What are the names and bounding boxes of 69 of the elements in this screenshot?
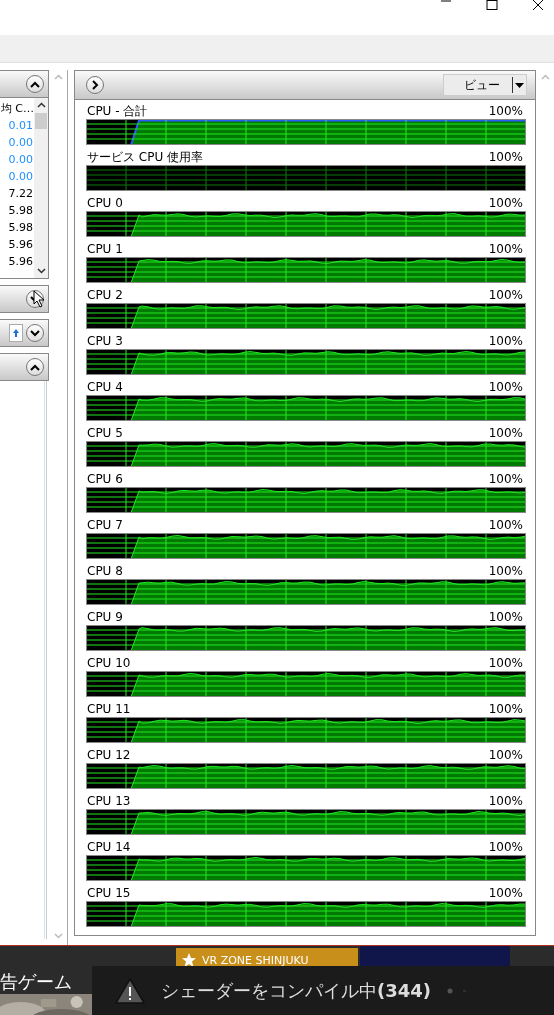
graph-reading: 100% (488, 702, 523, 716)
value-cell-text: 5.96 (8, 254, 34, 270)
star-icon (182, 953, 196, 967)
sort-icon[interactable] (9, 324, 23, 342)
column-header[interactable]: 均 C… (0, 100, 34, 117)
view-button[interactable]: ビュー (443, 74, 527, 96)
graph-reading: 100% (488, 748, 523, 762)
graph-reading: 100% (488, 242, 523, 256)
graph-reading: 100% (488, 104, 523, 118)
value-cell-text: 0.00 (8, 152, 34, 168)
graph-reading: 100% (488, 564, 523, 578)
expand-button[interactable] (86, 76, 104, 94)
tile-title: 告ゲーム (0, 970, 72, 994)
chevron-down-icon (30, 329, 40, 337)
expand-button[interactable] (26, 324, 44, 342)
graph-reading: 100% (488, 794, 523, 808)
graph-label: CPU 10 (87, 656, 131, 670)
graph-label: CPU 13 (87, 794, 131, 808)
value-cell-text: 0.00 (8, 135, 34, 151)
graph-label: CPU 8 (87, 564, 123, 578)
graph-label: CPU 3 (87, 334, 123, 348)
graph-reading: 100% (488, 288, 523, 302)
graph-label: CPU 6 (87, 472, 123, 486)
close-icon[interactable] (532, 0, 544, 10)
warning-icon (115, 977, 145, 1004)
value-cell-text: 0.00 (8, 169, 34, 185)
graph-reading: 100% (488, 196, 523, 210)
scrollbar[interactable] (34, 98, 48, 278)
caret-icon (515, 82, 524, 88)
graph-label: CPU 12 (87, 748, 131, 762)
graph-label: CPU 1 (87, 242, 123, 256)
value-cell-text: 5.96 (8, 237, 34, 253)
collapse-button[interactable] (26, 75, 44, 93)
graph-label: CPU 5 (87, 426, 123, 440)
graph-label: CPU 2 (87, 288, 123, 302)
value-cell-text: 0.01 (8, 118, 34, 134)
graph-label: サービス CPU 使用率 (87, 148, 204, 166)
graph-reading: 100% (488, 334, 523, 348)
value-cell-text: 5.98 (8, 220, 34, 236)
graph-reading: 100% (488, 426, 523, 440)
graph-reading: 100% (488, 472, 523, 486)
graph-label: CPU 4 (87, 380, 123, 394)
graph-label: CPU 11 (87, 702, 131, 716)
graph-label: CPU 15 (87, 886, 131, 900)
chevron-right-icon (91, 80, 99, 90)
graph-reading: 100% (488, 380, 523, 394)
graph-label: CPU - 合計 (87, 102, 148, 120)
chevron-up-icon (30, 363, 40, 371)
graph-reading: 100% (488, 656, 523, 670)
graph-label: CPU 7 (87, 518, 123, 532)
scroll-thumb[interactable] (35, 113, 47, 129)
graph-label: CPU 14 (87, 840, 131, 854)
chevron-up-icon (30, 80, 40, 88)
graph-reading: 100% (488, 840, 523, 854)
dots-icon (447, 987, 468, 994)
graph-reading: 100% (488, 518, 523, 532)
scroll-up-icon[interactable] (36, 102, 46, 108)
scroll-down-icon[interactable] (36, 268, 46, 274)
mouse-cursor-icon (33, 290, 45, 308)
notification-message: シェーダーをコンパイル中(344) (161, 978, 432, 1003)
graph-label: CPU 0 (87, 196, 123, 210)
graph-reading: 100% (488, 886, 523, 900)
maximize-icon[interactable] (486, 0, 498, 10)
value-cell-text: 7.22 (8, 186, 34, 202)
graph-reading: 100% (488, 610, 523, 624)
collapse-button[interactable] (26, 358, 44, 376)
graph-label: CPU 9 (87, 610, 123, 624)
value-cell-text: 5.98 (8, 203, 34, 219)
graph-reading: 100% (488, 150, 523, 164)
